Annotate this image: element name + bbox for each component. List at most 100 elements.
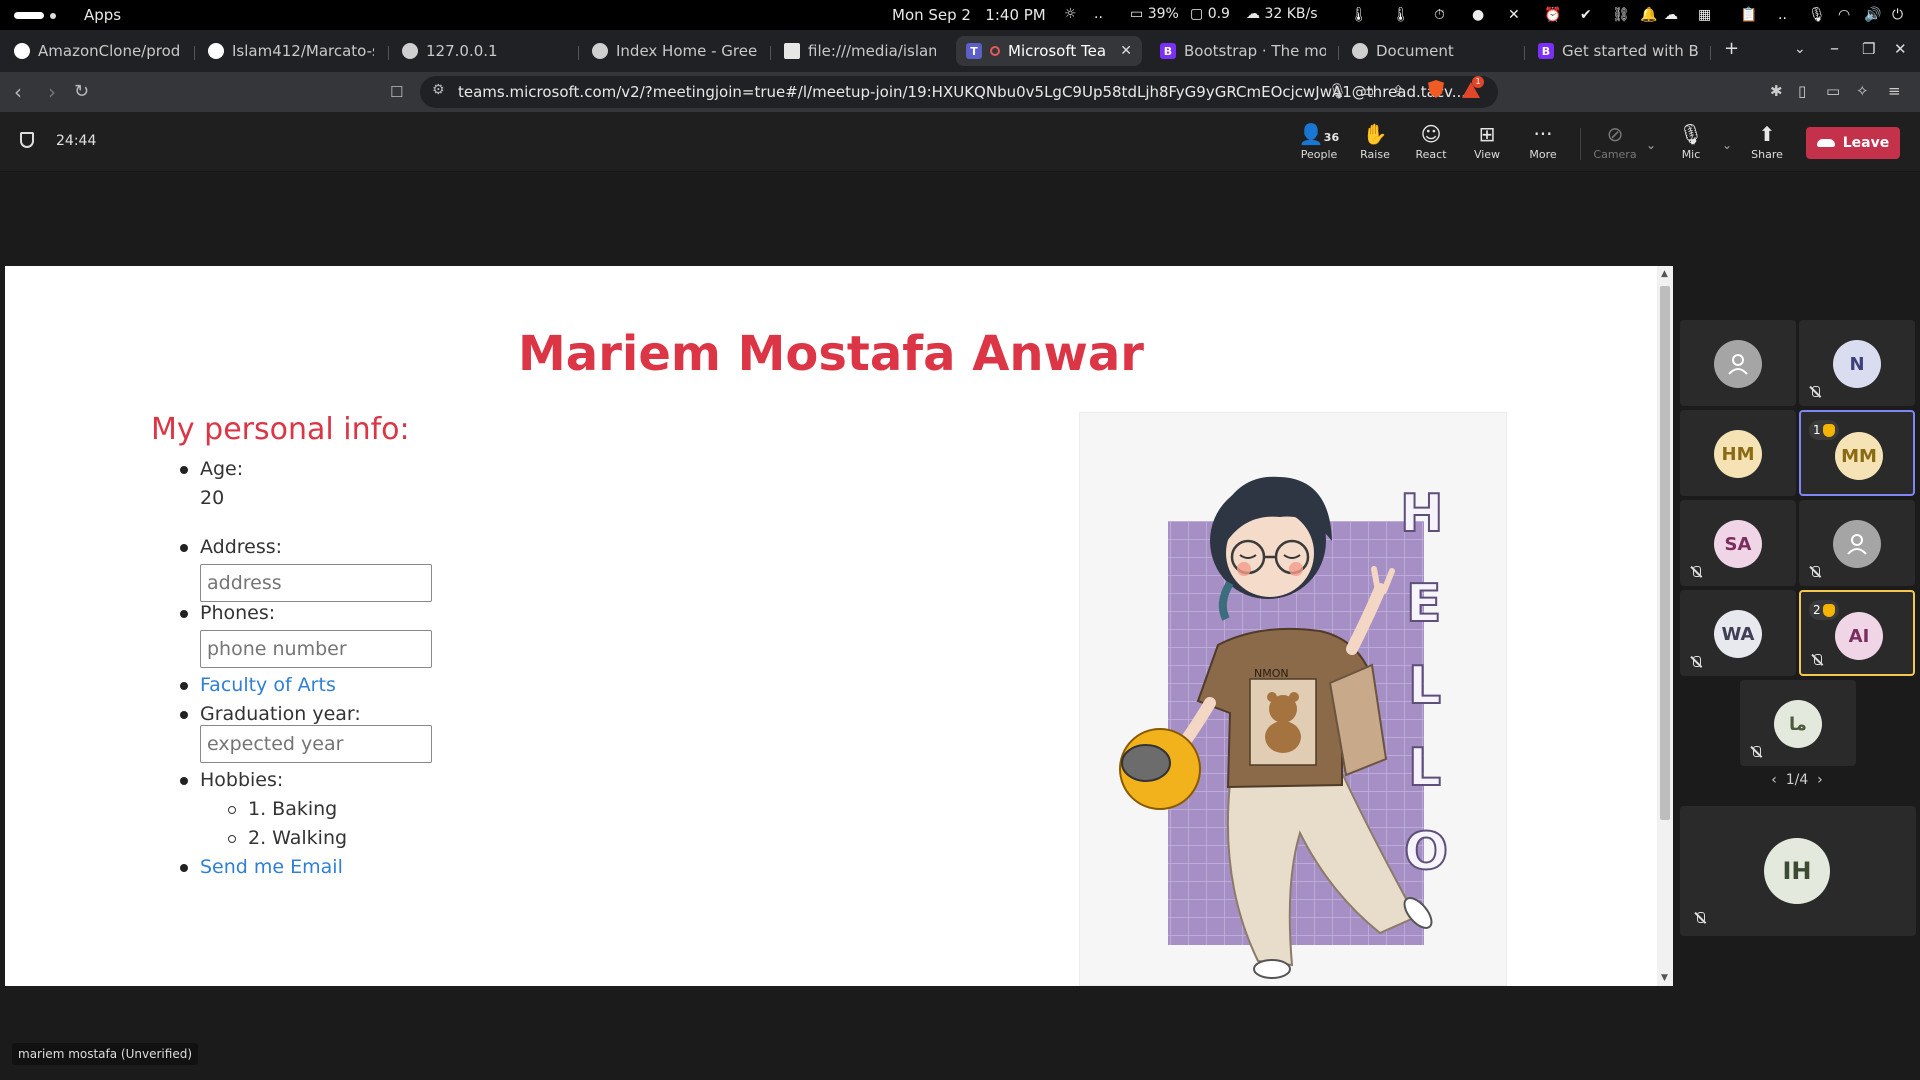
recording-icon — [990, 46, 1000, 56]
view-button[interactable]: ⊞ View — [1462, 122, 1512, 161]
raise-hand-button[interactable]: ✋ Raise — [1350, 122, 1400, 161]
view-label: View — [1473, 148, 1501, 161]
age-value: 20 — [200, 487, 225, 509]
workspace-dot[interactable] — [50, 13, 56, 19]
tab-bootstrap[interactable]: B Bootstrap · The mos — [1150, 36, 1336, 66]
more-button[interactable]: ··· More — [1518, 122, 1568, 161]
extensions-icon[interactable]: ✱ — [1770, 82, 1783, 100]
graduation-year-field[interactable] — [200, 725, 432, 763]
sidebar-icon[interactable]: ▯ — [1798, 82, 1806, 100]
participant-tile[interactable]: WA — [1680, 590, 1796, 676]
mic-muted-icon — [1809, 386, 1821, 398]
faculty-link[interactable]: Faculty of Arts — [200, 674, 336, 696]
prev-page-icon[interactable]: ‹ — [1771, 772, 1777, 788]
mic-options-chevron-icon[interactable]: ⌄ — [1722, 138, 1732, 152]
avatar — [1714, 340, 1762, 388]
person-icon — [1728, 354, 1748, 375]
network-speed: 32 KB/s — [1264, 6, 1318, 22]
tab-search-chevron-icon[interactable]: ⌄ — [1794, 41, 1806, 57]
participant-tile[interactable] — [1680, 320, 1796, 406]
camera-button[interactable]: ⊘ Camera — [1590, 122, 1640, 161]
mic-button[interactable]: 🎙 Mic — [1666, 122, 1716, 161]
leave-button[interactable]: Leave — [1806, 127, 1900, 159]
back-icon[interactable]: ‹ — [14, 80, 22, 104]
address-field[interactable] — [200, 564, 432, 602]
tab-marcato[interactable]: Islam412/Marcato-st — [198, 36, 384, 66]
phone-field[interactable] — [200, 630, 432, 668]
close-tab-icon[interactable]: ✕ — [1120, 43, 1132, 59]
share-url-icon[interactable]: ⇪ — [1392, 82, 1405, 100]
url-text[interactable]: teams.microsoft.com/v2/?meetingjoin=true… — [458, 83, 1466, 101]
participant-tile[interactable]: N — [1799, 320, 1915, 406]
menu-icon[interactable]: ≡ — [1888, 82, 1901, 100]
check-icon[interactable]: ✔ — [1580, 7, 1592, 23]
apps-button[interactable]: Apps — [84, 6, 121, 24]
cast-icon[interactable]: ▭ — [1360, 82, 1374, 100]
ghost-icon[interactable]: ● — [1472, 7, 1484, 23]
wallet-icon[interactable]: ▭ — [1826, 82, 1840, 100]
mic-permission-icon[interactable]: 🎙 — [1328, 82, 1347, 100]
battery-percent: 39% — [1147, 6, 1179, 22]
participant-tile[interactable]: HM — [1680, 410, 1796, 496]
microphone-icon[interactable]: 🎙 — [1808, 7, 1826, 23]
tab-bootstrap-start[interactable]: B Get started with Boo — [1528, 36, 1708, 66]
browser-tab-strip: AmazonClone/produ Islam412/Marcato-st 12… — [0, 30, 1920, 72]
tab-microsoft-teams[interactable]: T Microsoft Team ✕ — [956, 36, 1142, 66]
maximize-icon[interactable]: ❐ — [1862, 40, 1875, 58]
scroll-thumb[interactable] — [1660, 286, 1670, 820]
x-icon[interactable]: ✕ — [1508, 7, 1520, 23]
ellipsis-icon: ··· — [1533, 122, 1553, 146]
close-window-icon[interactable]: ✕ — [1894, 40, 1907, 58]
page-scrollbar[interactable]: ▲ ▼ — [1657, 266, 1673, 986]
people-button[interactable]: 👤36 People — [1294, 122, 1344, 161]
calculator-icon[interactable]: ▦ — [1698, 7, 1711, 23]
scroll-up-icon[interactable]: ▲ — [1661, 269, 1668, 279]
react-button[interactable]: ☺ React — [1406, 122, 1456, 161]
tab-local-file[interactable]: file:///media/islam/N — [774, 36, 946, 66]
load-value: 0.9 — [1207, 6, 1230, 22]
weather-icon[interactable]: ☁ — [1664, 7, 1678, 23]
participant-tile[interactable]: SA — [1680, 500, 1796, 586]
leo-icon[interactable]: ✧ — [1856, 82, 1869, 100]
bookmark-icon[interactable]: ☐ — [390, 83, 403, 101]
leave-label: Leave — [1842, 135, 1890, 151]
volume-icon[interactable]: 🔊 — [1864, 7, 1881, 23]
scroll-down-icon[interactable]: ▼ — [1661, 973, 1668, 983]
meeting-info-shield-icon[interactable] — [20, 132, 34, 148]
reload-icon[interactable]: ↻ — [74, 81, 89, 102]
alarm-icon[interactable]: ⏰ — [1544, 7, 1561, 23]
send-email-link[interactable]: Send me Email — [200, 856, 343, 878]
thermometer-icon[interactable]: 🌡 — [1350, 7, 1368, 23]
camera-options-chevron-icon[interactable]: ⌄ — [1646, 138, 1656, 152]
next-page-icon[interactable]: › — [1817, 772, 1823, 788]
tab-title: file:///media/islam/N — [808, 42, 936, 60]
wifi-icon[interactable]: ◠ — [1838, 7, 1850, 23]
system-clock[interactable]: Mon Sep 2 1:40 PM — [892, 6, 1046, 24]
power-icon[interactable]: ⏻ — [1892, 7, 1903, 23]
link-icon[interactable]: ⛓ — [1612, 7, 1630, 23]
site-settings-icon[interactable]: ⚙ — [432, 82, 445, 98]
smiley-icon: ☺ — [1420, 122, 1442, 146]
list-item-address: Address: — [180, 536, 282, 558]
tab-localhost[interactable]: 127.0.0.1 — [392, 36, 578, 66]
clipboard-icon[interactable]: 📋 — [1740, 7, 1757, 23]
new-tab-icon[interactable]: + — [1724, 38, 1739, 59]
participant-tile-active[interactable]: AI 2 — [1799, 590, 1915, 676]
mic-muted-icon — [1811, 654, 1823, 666]
tab-greeny[interactable]: Index Home - Greeny — [582, 36, 768, 66]
timer-icon[interactable]: ⏱ — [1434, 7, 1445, 23]
share-button[interactable]: ⬆ Share — [1742, 122, 1792, 161]
tab-amazonclone[interactable]: AmazonClone/produ — [4, 36, 190, 66]
workspace-indicator[interactable] — [14, 12, 44, 19]
forward-icon[interactable]: › — [48, 80, 56, 104]
minimize-icon[interactable]: – — [1830, 38, 1839, 59]
participant-tile[interactable]: ما — [1740, 680, 1856, 766]
spotlight-tile[interactable]: IH — [1680, 806, 1916, 936]
participant-tile-active[interactable]: MM 1 — [1799, 410, 1915, 496]
mic-muted-icon — [1690, 566, 1702, 578]
participant-tile[interactable] — [1799, 500, 1915, 586]
thermometer-icon[interactable]: 🌡 — [1392, 7, 1410, 23]
raise-label: Raise — [1360, 148, 1390, 161]
bell-icon[interactable]: 🔔 — [1640, 7, 1657, 23]
tab-document[interactable]: Document — [1342, 36, 1522, 66]
